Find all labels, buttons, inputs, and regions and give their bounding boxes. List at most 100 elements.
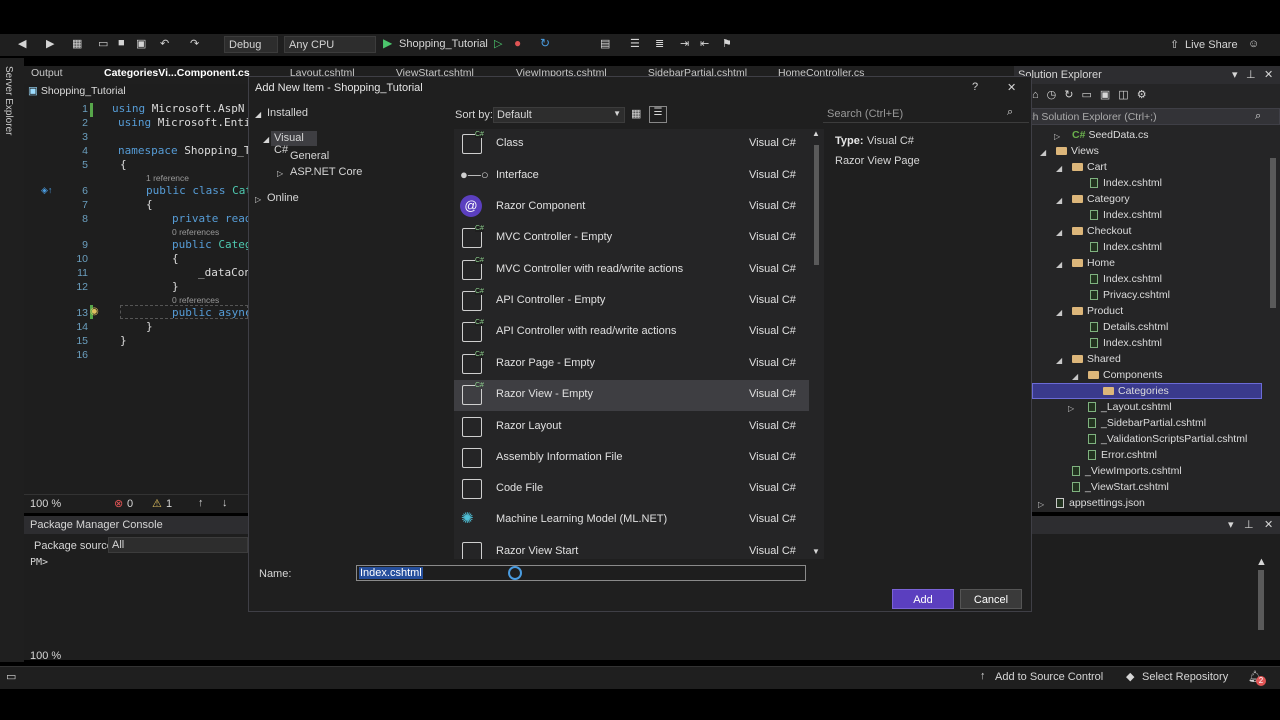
add-button[interactable]: Add bbox=[892, 589, 954, 609]
tab-output[interactable]: Output bbox=[31, 67, 63, 79]
collapse-arrow-icon[interactable]: ◢ bbox=[1056, 196, 1062, 205]
arrow-down-icon[interactable]: ↓ bbox=[222, 497, 228, 509]
name-input[interactable]: Index.cshtml bbox=[356, 565, 806, 581]
template-item-razor-page-empty[interactable]: C# Razor Page - Empty Visual C# bbox=[454, 349, 809, 380]
run-target-button[interactable]: Shopping_Tutorial bbox=[399, 38, 488, 50]
scroll-up-icon[interactable]: ▲ bbox=[1256, 556, 1267, 568]
tree-item[interactable]: Components bbox=[1088, 369, 1163, 381]
tree-item[interactable]: _SidebarPartial.cshtml bbox=[1088, 417, 1206, 429]
collapse-arrow-icon[interactable]: ◢ bbox=[263, 135, 269, 144]
dropdown-icon[interactable]: ▾ bbox=[1232, 68, 1238, 81]
collapse-arrow-icon[interactable]: ◢ bbox=[1056, 308, 1062, 317]
cancel-button[interactable]: Cancel bbox=[960, 589, 1022, 609]
template-item-code-file[interactable]: Code File Visual C# bbox=[454, 474, 809, 505]
template-item-mvc-controller-rw[interactable]: C# MVC Controller with read/write action… bbox=[454, 255, 809, 286]
tree-item[interactable]: _Layout.cshtml bbox=[1088, 401, 1172, 413]
tree-item[interactable]: _ViewImports.cshtml bbox=[1072, 465, 1182, 477]
platform-select[interactable]: Any CPU bbox=[284, 36, 376, 53]
expand-arrow-icon[interactable]: ▷ bbox=[1068, 404, 1074, 413]
arrow-up-icon[interactable]: ↑ bbox=[198, 497, 204, 509]
template-search-field[interactable]: Search (Ctrl+E) ⌕ bbox=[823, 106, 1029, 123]
scroll-up-icon[interactable]: ▲ bbox=[812, 129, 820, 138]
tree-item[interactable]: Privacy.cshtml bbox=[1090, 289, 1170, 301]
search-icon[interactable]: ⌕ bbox=[1007, 106, 1013, 119]
tree-item[interactable]: Shared bbox=[1072, 353, 1121, 365]
expand-arrow-icon[interactable]: ▷ bbox=[277, 169, 283, 178]
sort-select[interactable]: Default ▼ bbox=[493, 107, 625, 123]
indent-icon[interactable]: ⇥ bbox=[680, 37, 689, 50]
configuration-select[interactable]: Debug bbox=[224, 36, 278, 53]
new-item-icon[interactable]: ▦ bbox=[72, 37, 82, 50]
tree-item[interactable]: appsettings.json bbox=[1056, 497, 1145, 509]
home-icon[interactable]: ⌂ bbox=[1032, 89, 1047, 101]
console-zoom[interactable]: 100 % bbox=[30, 650, 61, 662]
tree-item[interactable]: _ViewStart.cshtml bbox=[1072, 481, 1169, 493]
expand-arrow-icon[interactable]: ▷ bbox=[1054, 132, 1060, 141]
template-item-mvc-controller-empty[interactable]: C# MVC Controller - Empty Visual C# bbox=[454, 223, 809, 254]
template-item-razor-view-start[interactable]: Razor View Start Visual C# bbox=[454, 537, 809, 559]
save-icon[interactable]: ■ bbox=[118, 37, 125, 49]
collapse-arrow-icon[interactable]: ◢ bbox=[1056, 164, 1062, 173]
template-item-razor-view-empty[interactable]: C# Razor View - Empty Visual C# bbox=[454, 380, 809, 411]
hot-reload-icon[interactable]: ● bbox=[514, 36, 521, 50]
live-share-icon[interactable]: ⇧ bbox=[1170, 38, 1179, 51]
console-prompt[interactable]: PM> bbox=[30, 557, 48, 568]
forward-icon[interactable]: ▶ bbox=[46, 37, 54, 50]
scroll-down-icon[interactable]: ▼ bbox=[812, 547, 820, 556]
close-icon[interactable]: ✕ bbox=[1264, 68, 1273, 81]
collapse-arrow-icon[interactable]: ◢ bbox=[1056, 260, 1062, 269]
collapse-arrow-icon[interactable]: ◢ bbox=[1040, 148, 1046, 157]
project-selector[interactable]: ▣ Shopping_Tutorial bbox=[28, 85, 126, 97]
template-item-api-controller-empty[interactable]: C# API Controller - Empty Visual C# bbox=[454, 286, 809, 317]
dropdown-icon[interactable]: ▾ bbox=[1228, 518, 1234, 531]
template-item-api-controller-rw[interactable]: C# API Controller with read/write action… bbox=[454, 317, 809, 348]
pin-icon[interactable]: ⊥ bbox=[1246, 68, 1256, 81]
tree-item[interactable]: Index.cshtml bbox=[1090, 241, 1162, 253]
package-source-select[interactable]: All bbox=[108, 537, 248, 553]
tree-item[interactable]: Index.cshtml bbox=[1090, 177, 1162, 189]
close-icon[interactable]: ✕ bbox=[1264, 518, 1273, 531]
bookmark-icon[interactable]: ⚑ bbox=[722, 37, 732, 50]
explorer-scrollbar[interactable] bbox=[1270, 158, 1276, 308]
comment-icon[interactable]: ☰ bbox=[630, 37, 640, 50]
run-icon[interactable]: ▶ bbox=[383, 36, 392, 50]
add-source-control-button[interactable]: Add to Source Control bbox=[995, 671, 1103, 683]
lightbulb-icon[interactable]: ◉ bbox=[90, 306, 99, 317]
tree-item[interactable]: Error.cshtml bbox=[1088, 449, 1157, 461]
feedback-icon[interactable]: ☺ bbox=[1248, 38, 1259, 50]
template-scrollbar[interactable] bbox=[814, 145, 819, 265]
server-explorer-tab[interactable]: Server Explorer bbox=[3, 66, 14, 135]
search-icon[interactable]: ⌕ bbox=[1255, 110, 1261, 123]
zoom-level[interactable]: 100 % bbox=[30, 498, 61, 510]
save-all-icon[interactable]: ▣ bbox=[136, 37, 146, 50]
tree-visual-csharp[interactable]: Visual C# bbox=[271, 131, 317, 156]
refresh-icon[interactable]: ↻ bbox=[540, 36, 550, 50]
tree-item[interactable]: Details.cshtml bbox=[1090, 321, 1168, 333]
tree-item[interactable]: Index.cshtml bbox=[1090, 337, 1162, 349]
select-repository-button[interactable]: Select Repository bbox=[1142, 671, 1228, 683]
collapse-arrow-icon[interactable]: ◢ bbox=[1056, 228, 1062, 237]
tree-item[interactable]: Cart bbox=[1072, 161, 1107, 173]
tree-general[interactable]: General bbox=[290, 150, 329, 162]
grid-view-icon[interactable]: ▦ bbox=[631, 107, 641, 120]
tree-item[interactable]: Home bbox=[1072, 257, 1115, 269]
tree-aspnet-core[interactable]: ASP.NET Core bbox=[290, 166, 362, 178]
expand-arrow-icon[interactable]: ▷ bbox=[1038, 500, 1044, 509]
collapse-icon[interactable]: ▭ bbox=[1081, 89, 1099, 101]
properties-icon[interactable]: ⚙ bbox=[1137, 89, 1155, 101]
layout-icon[interactable]: ▤ bbox=[600, 37, 610, 50]
back-icon[interactable]: ◀ bbox=[18, 37, 26, 50]
template-item-ml-model[interactable]: ✺ Machine Learning Model (ML.NET) Visual… bbox=[454, 505, 809, 536]
tree-item[interactable]: _ValidationScriptsPartial.cshtml bbox=[1088, 433, 1247, 445]
tree-item[interactable]: Category bbox=[1072, 193, 1130, 205]
tree-item[interactable]: Index.cshtml bbox=[1090, 209, 1162, 221]
template-item-razor-component[interactable]: @ Razor Component Visual C# bbox=[454, 192, 809, 223]
codelens-references[interactable]: 0 references bbox=[172, 295, 219, 305]
collapse-arrow-icon[interactable]: ◢ bbox=[1056, 356, 1062, 365]
template-item-razor-layout[interactable]: Razor Layout Visual C# bbox=[454, 412, 809, 443]
template-item-assembly-info[interactable]: Assembly Information File Visual C# bbox=[454, 443, 809, 474]
tree-item[interactable]: Checkout bbox=[1072, 225, 1131, 237]
format-icon[interactable]: ≣ bbox=[655, 37, 664, 50]
list-view-icon[interactable]: ☰ bbox=[649, 106, 667, 123]
tree-item-selected[interactable]: Categories bbox=[1032, 383, 1262, 399]
